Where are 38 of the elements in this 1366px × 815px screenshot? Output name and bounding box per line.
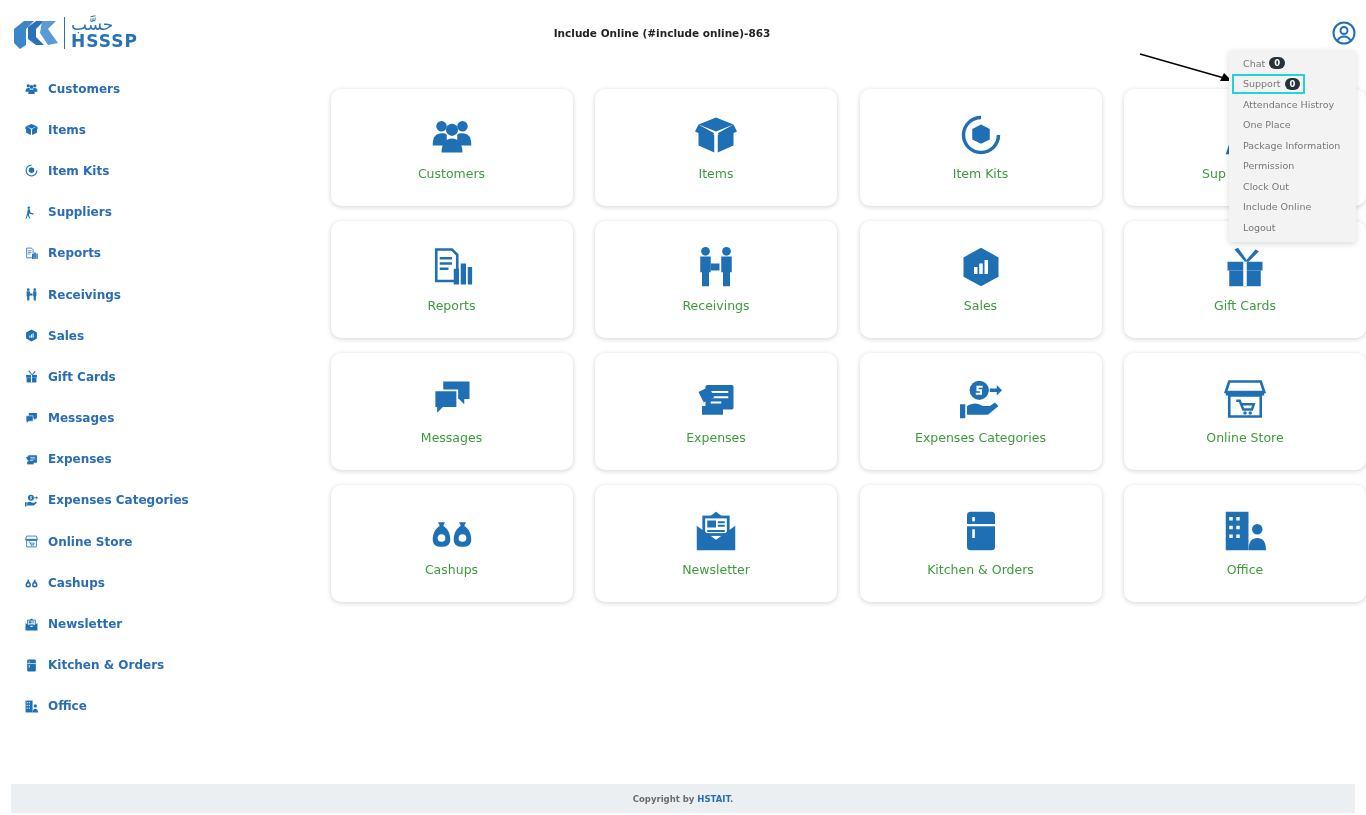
card-label: Expenses [686,430,746,445]
sidebar-label: Kitchen & Orders [48,658,165,673]
card-label: Cashups [424,562,479,577]
card-label: Receivings [682,298,750,313]
card-label: Sales [963,298,998,313]
sidebar-label: Receivings [48,287,121,302]
card-label: Kitchen & Orders [927,562,1034,577]
card-label: Customers [417,166,486,181]
sidebar-label: Items [48,122,86,137]
logo-arabic-text: حسَّب [71,16,114,33]
sidebar-label: Messages [48,411,115,426]
card-label: Office [1226,562,1264,577]
card-label: Reports [427,298,476,313]
sidebar-label: Newsletter [48,617,123,632]
sidebar-label: Expenses [48,452,112,467]
sidebar-label: Customers [48,81,121,96]
card-label: Sup [1202,166,1226,181]
sidebar-label: Suppliers [48,205,112,220]
card-label: Items [698,166,734,181]
count-badge: 0 [1284,77,1301,90]
sidebar-label: Cashups [48,575,105,590]
sidebar-label: Gift Cards [48,369,116,384]
sidebar-label: Online Store [48,534,133,549]
sidebar-label: Item Kits [48,163,110,178]
card-label: Newsletter [682,562,750,577]
logo-text: HSSSP [71,33,138,50]
sidebar-label: Expenses Categories [48,493,189,508]
card-label: Expenses Categories [915,430,1046,445]
copyright-text: Copyright by HSTAIT. [632,793,734,804]
card-label: Item Kits [952,166,1009,181]
card-label: Online Store [1206,430,1284,445]
sidebar-label: Reports [48,246,101,261]
sidebar-label: Sales [48,328,85,343]
card-label: Messages [420,430,483,445]
count-badge: 0 [1269,57,1286,70]
page-title: Include Online (#include online)-863 [552,27,772,39]
sidebar-label: Office [48,699,87,714]
card-label: Gift Cards [1214,298,1276,313]
